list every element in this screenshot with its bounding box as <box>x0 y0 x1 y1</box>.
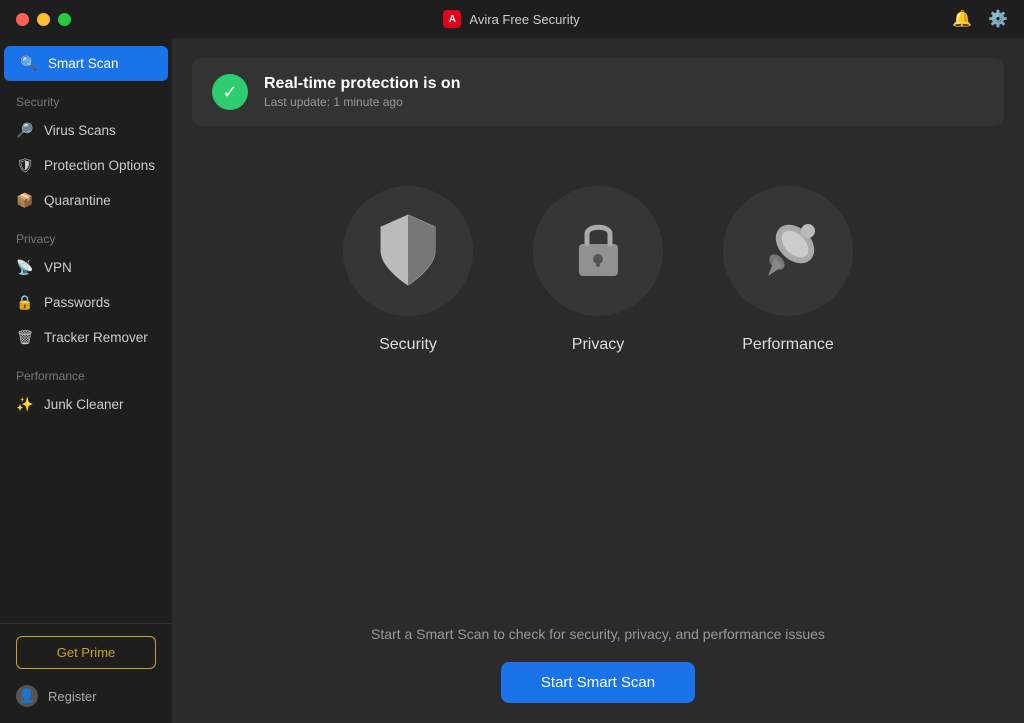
sidebar-section-privacy: Privacy <box>0 218 172 250</box>
rocket-icon <box>753 216 823 286</box>
bottom-section: Start a Smart Scan to check for security… <box>192 626 1004 703</box>
sidebar-section-security: Security <box>0 81 172 113</box>
sidebar-bottom: Get Prime 👤 Register <box>0 623 172 723</box>
sidebar-item-protection-options[interactable]: 🛡 Protection Options <box>0 148 172 183</box>
maximize-button[interactable] <box>58 13 71 26</box>
main-content: ✓ Real-time protection is on Last update… <box>172 38 1024 723</box>
sidebar-item-quarantine[interactable]: 📦 Quarantine <box>0 183 172 218</box>
minimize-button[interactable] <box>37 13 50 26</box>
app-title: Avira Free Security <box>469 12 579 27</box>
notification-icon[interactable]: 🔔 <box>952 9 972 29</box>
sidebar-item-tracker-remover[interactable]: 🗑 Tracker Remover <box>0 320 172 355</box>
status-title: Real-time protection is on <box>264 75 460 93</box>
scan-description: Start a Smart Scan to check for security… <box>371 626 825 642</box>
app-title-area: A Avira Free Security <box>443 10 579 28</box>
protection-options-icon: 🛡 <box>16 157 34 174</box>
privacy-label: Privacy <box>572 336 624 354</box>
app-body: 🔍 Smart Scan Security 🔎 Virus Scans 🛡 Pr… <box>0 38 1024 723</box>
feature-card-performance[interactable]: Performance <box>723 186 853 354</box>
sidebar-item-vpn[interactable]: 📡 VPN <box>0 250 172 285</box>
titlebar: A Avira Free Security 🔔 ⚙️ <box>0 0 1024 38</box>
register-label: Register <box>48 689 96 704</box>
sidebar-nav: 🔍 Smart Scan Security 🔎 Virus Scans 🛡 Pr… <box>0 38 172 623</box>
tracker-remover-icon: 🗑 <box>16 329 34 346</box>
security-card-icon <box>343 186 473 316</box>
feature-cards: Security Privacy <box>192 186 1004 354</box>
status-subtitle: Last update: 1 minute ago <box>264 95 460 109</box>
smart-scan-icon: 🔍 <box>20 55 38 72</box>
feature-card-security[interactable]: Security <box>343 186 473 354</box>
sidebar-item-junk-cleaner[interactable]: ✨ Junk Cleaner <box>0 387 172 422</box>
window-controls <box>16 13 71 26</box>
status-icon: ✓ <box>212 74 248 110</box>
get-prime-button[interactable]: Get Prime <box>16 636 156 669</box>
virus-scans-icon: 🔎 <box>16 122 34 139</box>
security-label: Security <box>379 336 437 354</box>
start-smart-scan-button[interactable]: Start Smart Scan <box>501 662 695 703</box>
lock-icon <box>571 216 626 286</box>
performance-card-icon <box>723 186 853 316</box>
sidebar-item-passwords[interactable]: 🔒 Passwords <box>0 285 172 320</box>
sidebar-item-virus-scans[interactable]: 🔎 Virus Scans <box>0 113 172 148</box>
quarantine-icon: 📦 <box>16 192 34 209</box>
shield-icon <box>373 211 443 291</box>
status-text: Real-time protection is on Last update: … <box>264 75 460 109</box>
settings-icon[interactable]: ⚙️ <box>988 9 1008 29</box>
feature-card-privacy[interactable]: Privacy <box>533 186 663 354</box>
privacy-card-icon <box>533 186 663 316</box>
sidebar: 🔍 Smart Scan Security 🔎 Virus Scans 🛡 Pr… <box>0 38 172 723</box>
performance-label: Performance <box>742 336 834 354</box>
status-bar: ✓ Real-time protection is on Last update… <box>192 58 1004 126</box>
junk-cleaner-icon: ✨ <box>16 396 34 413</box>
sidebar-item-smart-scan[interactable]: 🔍 Smart Scan <box>4 46 168 81</box>
close-button[interactable] <box>16 13 29 26</box>
sidebar-section-performance: Performance <box>0 355 172 387</box>
avira-logo: A <box>443 10 461 28</box>
vpn-icon: 📡 <box>16 259 34 276</box>
titlebar-actions: 🔔 ⚙️ <box>952 9 1008 29</box>
register-item[interactable]: 👤 Register <box>16 681 156 711</box>
user-avatar: 👤 <box>16 685 38 707</box>
passwords-icon: 🔒 <box>16 294 34 311</box>
